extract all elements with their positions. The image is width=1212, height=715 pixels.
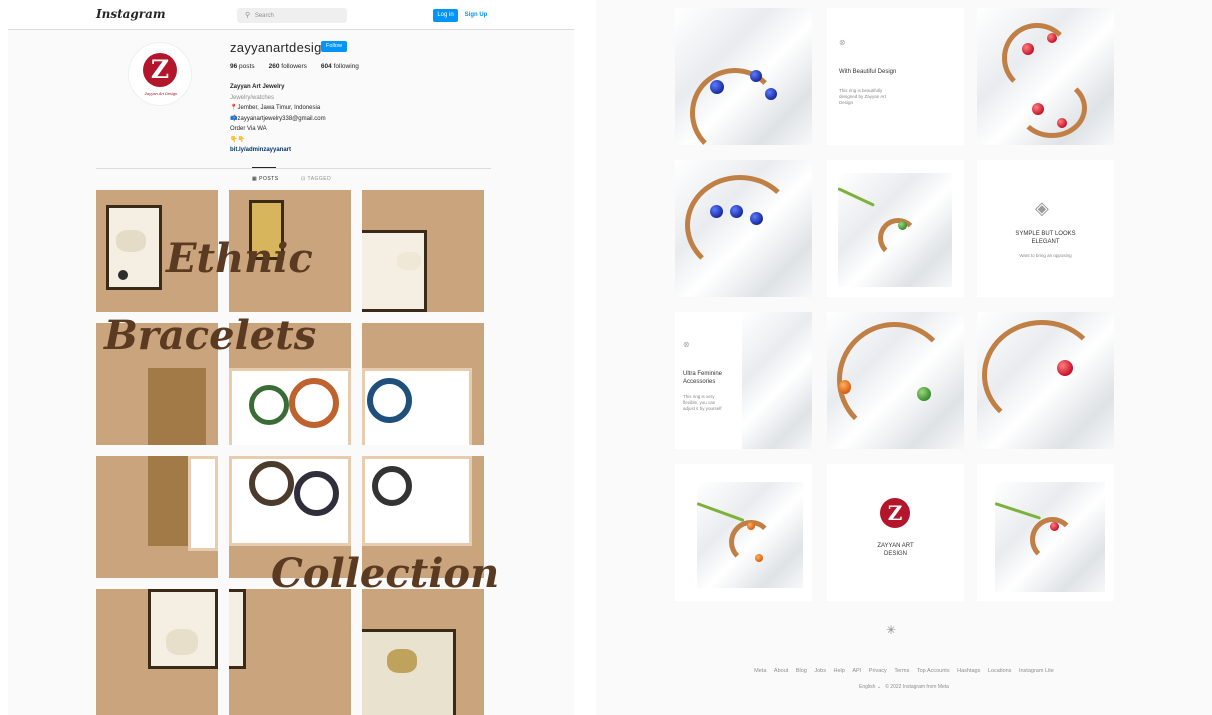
post-tile[interactable]: [96, 323, 218, 445]
top-navigation-bar: Instagram ⚲ Search Log in Sign Up: [8, 0, 574, 30]
followers-stat[interactable]: 260 followers: [269, 63, 307, 70]
card-body: Want to bring an opposing: [1019, 253, 1072, 258]
footer-link[interactable]: About: [774, 668, 788, 674]
card-title: SYMPLE BUT LOOKS ELEGANT: [1015, 231, 1076, 245]
instagram-logo[interactable]: Instagram: [96, 7, 166, 21]
post-tile-orange-ring[interactable]: [675, 464, 812, 601]
profile-bio: Zayyan Art Jewelry Jewelry/watches 📍Jemb…: [230, 82, 430, 156]
search-placeholder: Search: [254, 13, 274, 19]
post-tile[interactable]: [96, 589, 218, 715]
profile-username: zayyanartdesign: [230, 40, 330, 55]
bio-email: 📫zayyanartjewelry338@gmail.com: [230, 115, 326, 122]
post-tile-orange-green-ring[interactable]: [827, 312, 964, 449]
copyright-text: © 2022 Instagram from Meta: [885, 684, 949, 690]
zayyan-logo-icon: Z: [880, 498, 910, 528]
grid-icon: ▦: [252, 176, 258, 182]
search-icon: ⚲: [245, 12, 251, 19]
avatar-caption: Zayyan Art Design: [144, 91, 178, 96]
post-tile-red-ring-3[interactable]: [977, 464, 1114, 601]
ring-outline-icon: ⊗: [839, 38, 846, 47]
signup-link[interactable]: Sign Up: [461, 9, 491, 22]
post-tile[interactable]: [229, 589, 351, 715]
tab-tagged[interactable]: ⊡ TAGGED: [301, 176, 331, 182]
footer-link[interactable]: Help: [834, 668, 845, 674]
zayyan-logo-icon: Z: [143, 53, 177, 87]
bio-category: Jewelry/watches: [230, 94, 275, 101]
post-tile-blue-ring[interactable]: [675, 8, 812, 145]
search-input[interactable]: ⚲ Search: [237, 8, 347, 23]
post-tile-green-ring[interactable]: [827, 160, 964, 297]
login-button[interactable]: Log in: [433, 9, 458, 22]
tab-posts[interactable]: ▦ POSTS: [252, 176, 279, 182]
follow-button[interactable]: Follow: [321, 41, 347, 52]
post-tile-brand-logo[interactable]: Z ZAYYAN ART DESIGN: [827, 464, 964, 601]
footer-link[interactable]: Meta: [754, 668, 766, 674]
footer-link[interactable]: API: [852, 668, 861, 674]
posts-grid: Ethnic Bracelets Collection: [96, 190, 499, 715]
profile-avatar[interactable]: Z Zayyan Art Design: [128, 42, 192, 106]
tabs-divider: [96, 168, 491, 169]
post-tile[interactable]: [96, 456, 218, 578]
footer-link[interactable]: Privacy: [869, 668, 887, 674]
bio-order: Order Via WA: [230, 126, 267, 132]
loading-spinner-icon: ✳: [886, 623, 897, 637]
footer-link[interactable]: Locations: [988, 668, 1012, 674]
footer-link[interactable]: Top Accounts: [917, 668, 950, 674]
post-tile[interactable]: [362, 456, 484, 578]
post-tile[interactable]: [229, 190, 351, 312]
ring-outline-icon: ⊗: [683, 340, 690, 349]
card-title: With Beautiful Design: [839, 69, 897, 75]
chevron-down-icon: ⌄: [876, 684, 882, 690]
instagram-profile-screenshot-left: Instagram ⚲ Search Log in Sign Up Z Zayy…: [8, 0, 574, 715]
post-tile-red-ring[interactable]: [977, 8, 1114, 145]
post-tile[interactable]: [229, 456, 351, 578]
footer-copyright: English ⌄ © 2022 Instagram from Meta: [596, 684, 1212, 690]
post-tile-text-beautiful-design[interactable]: ⊗ With Beautiful Design This ring is bea…: [827, 8, 964, 145]
tab-selected-indicator: [252, 167, 276, 168]
footer-link[interactable]: Instagram Lite: [1019, 668, 1054, 674]
post-tile[interactable]: [96, 190, 218, 312]
gem-outline-icon: ◈: [1035, 198, 1049, 218]
brand-name: ZAYYAN ART DESIGN: [877, 543, 914, 557]
card-body: This ring is beautifully designed by Zay…: [839, 88, 887, 105]
post-tile[interactable]: [362, 589, 484, 715]
post-tile[interactable]: [229, 323, 351, 445]
post-tile-red-ring-2[interactable]: [977, 312, 1114, 449]
footer-link[interactable]: Blog: [796, 668, 807, 674]
following-stat[interactable]: 604 following: [321, 63, 359, 70]
posts-stat: 96 posts: [230, 63, 255, 70]
footer-link[interactable]: Hashtags: [957, 668, 980, 674]
bio-emoji: 👇👇: [230, 136, 245, 143]
card-body: This ring is very flexible, you can adju…: [683, 394, 722, 411]
bio-link[interactable]: bit.ly/adminzayyanart: [230, 145, 430, 156]
post-tile-text-feminine[interactable]: ⊗ Ultra Feminine Accessories This ring i…: [675, 312, 812, 449]
post-tile[interactable]: [362, 323, 484, 445]
post-tile-text-symple[interactable]: ◈ SYMPLE BUT LOOKS ELEGANT Want to bring…: [977, 160, 1114, 297]
instagram-grid-screenshot-right: ⊗ With Beautiful Design This ring is bea…: [596, 0, 1212, 715]
post-tile-blue-ring-2[interactable]: [675, 160, 812, 297]
language-selector[interactable]: English ⌄: [859, 684, 881, 690]
tag-icon: ⊡: [301, 176, 306, 182]
footer-link[interactable]: Jobs: [814, 668, 826, 674]
footer-links: Meta About Blog Jobs Help API Privacy Te…: [596, 668, 1212, 674]
bio-name: Zayyan Art Jewelry: [230, 84, 285, 90]
post-tile[interactable]: [362, 190, 484, 312]
profile-stats: 96 posts 260 followers 604 following: [230, 63, 359, 70]
card-title: Ultra Feminine Accessories: [683, 371, 723, 385]
footer-link[interactable]: Terms: [894, 668, 909, 674]
bio-location: 📍Jember, Jawa Timur, Indonesia: [230, 105, 321, 111]
